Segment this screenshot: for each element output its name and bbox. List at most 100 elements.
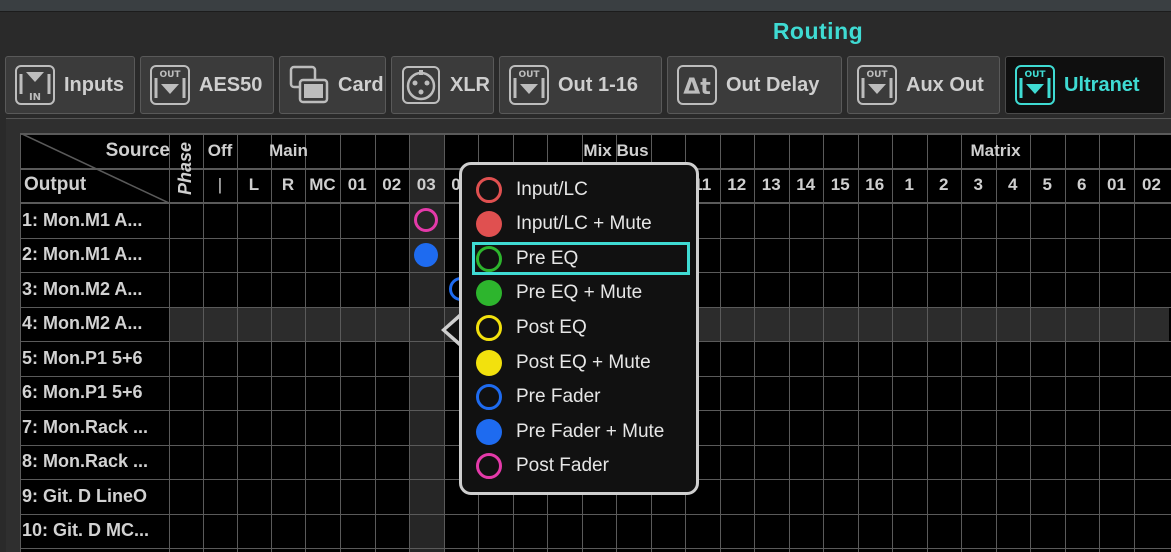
tap-color-swatch <box>476 314 502 341</box>
tab-bar: IN Inputs OUT AES50 Card XLR OUT Out 1-16 Δt Out … <box>0 56 1171 118</box>
off-subheader: | <box>217 175 223 194</box>
tab-label: Inputs <box>64 73 124 96</box>
matrix-col-1: 1 <box>904 175 914 194</box>
output-row-label[interactable]: 6: Mon.P1 5+6 <box>22 376 168 411</box>
mixbus-col-12: 12 <box>727 175 747 194</box>
tap-color-swatch <box>476 349 502 376</box>
tab-label: Aux Out <box>906 73 984 96</box>
main-col-r: R <box>281 175 295 194</box>
grid-hline <box>20 548 1171 549</box>
svg-text:OUT: OUT <box>1024 70 1046 80</box>
output-row-label[interactable]: 2: Mon.M1 A... <box>22 238 168 273</box>
output-row-label[interactable]: 10: Git. D MC... <box>22 514 168 549</box>
grid-hline <box>20 513 1171 515</box>
aux-out-icon: OUT <box>856 64 898 106</box>
tab-label: Card <box>338 73 384 96</box>
matrix-header: Matrix <box>970 141 1021 160</box>
delay-icon: Δt <box>676 64 718 106</box>
aes50-out-icon: OUT <box>149 64 191 106</box>
tap-color-swatch <box>476 280 502 307</box>
output-row-label[interactable]: 4: Mon.M2 A... <box>22 307 168 342</box>
tab-xlr[interactable]: XLR <box>391 56 494 114</box>
tap-option-label: Pre Fader + Mute <box>516 420 665 442</box>
output-row-label[interactable]: 5: Mon.P1 5+6 <box>22 341 168 376</box>
mixbus-col-02: 02 <box>382 175 402 194</box>
svg-text:OUT: OUT <box>866 70 888 80</box>
tap-option-label: Input/LC + Mute <box>516 213 652 235</box>
tap-color-swatch <box>476 176 502 203</box>
mixbus-col-15: 15 <box>830 175 850 194</box>
tap-option-input-lc-mute[interactable]: Input/LC + Mute <box>472 208 690 241</box>
output-row-label[interactable]: 9: Git. D LineO <box>22 479 168 514</box>
mixbus-col-13: 13 <box>761 175 781 194</box>
phase-header: Phase <box>170 135 202 201</box>
tap-color-swatch <box>476 418 502 445</box>
main-col-mc: MC <box>309 175 336 194</box>
tap-option-pre-fader[interactable]: Pre Fader <box>472 381 690 414</box>
output-port-icon: OUT <box>508 64 550 106</box>
tap-option-label: Post Fader <box>516 455 609 477</box>
output-row-label[interactable]: 7: Mon.Rack ... <box>22 410 168 445</box>
tap-point-menu: Input/LC Input/LC + Mute Pre EQ Pre EQ + Mu… <box>459 162 699 495</box>
matrix-col-6: 6 <box>1077 175 1087 194</box>
mixbus-col-14: 14 <box>796 175 816 194</box>
card-icon <box>288 64 330 106</box>
output-row-label[interactable]: 1: Mon.M1 A... <box>22 203 168 238</box>
matrix-col-2: 2 <box>939 175 949 194</box>
tap-option-label: Pre EQ + Mute <box>516 282 643 304</box>
matrix-col-5: 5 <box>1042 175 1052 194</box>
tab-aes50[interactable]: OUT AES50 <box>140 56 274 114</box>
tap-option-label: Pre EQ <box>516 247 579 269</box>
tab-label: Out 1-16 <box>558 73 639 96</box>
tap-color-swatch <box>476 211 502 238</box>
output-row-label[interactable]: 3: Mon.M2 A... <box>22 272 168 307</box>
tab-ultranet[interactable]: OUT Ultranet <box>1005 56 1165 114</box>
tap-option-pre-eq-mute[interactable]: Pre EQ + Mute <box>472 277 690 310</box>
tab-out-delay[interactable]: Δt Out Delay <box>667 56 842 114</box>
output-row-label[interactable]: 8: Mon.Rack ... <box>22 445 168 480</box>
tap-option-label: Post EQ <box>516 316 587 338</box>
svg-text:OUT: OUT <box>518 70 540 80</box>
tap-color-swatch <box>476 245 502 272</box>
extra-col-01: 01 <box>1107 175 1126 194</box>
tap-color-swatch <box>476 453 502 480</box>
tap-option-input-lc[interactable]: Input/LC <box>472 173 690 206</box>
tab-card[interactable]: Card <box>279 56 386 114</box>
main-col-l: L <box>248 175 260 194</box>
matrix-col-3: 3 <box>973 175 983 194</box>
extra-col-02: 02 <box>1142 175 1161 194</box>
main-header: Main <box>269 141 308 160</box>
tap-option-label: Post EQ + Mute <box>516 351 651 373</box>
mixbus-col-16: 16 <box>865 175 885 194</box>
tap-color-swatch <box>476 384 502 411</box>
mixbus-col-01: 01 <box>347 175 367 194</box>
tap-option-label: Pre Fader <box>516 386 601 408</box>
tab-aux-out[interactable]: OUT Aux Out <box>847 56 1000 114</box>
tap-option-pre-fader-mute[interactable]: Pre Fader + Mute <box>472 415 690 448</box>
phase-label: Phase <box>175 141 196 195</box>
xlr-connector-icon <box>400 64 442 106</box>
tab-out-1-16[interactable]: OUT Out 1-16 <box>499 56 662 114</box>
svg-text:IN: IN <box>29 92 41 103</box>
tab-label: Out Delay <box>726 73 820 96</box>
tab-inputs[interactable]: IN Inputs <box>5 56 135 114</box>
tab-label: AES50 <box>199 73 263 96</box>
tap-option-pre-eq[interactable]: Pre EQ <box>472 242 690 276</box>
input-port-icon: IN <box>14 64 56 106</box>
top-bar <box>0 0 1171 12</box>
page-title: Routing <box>772 18 864 44</box>
svg-text:OUT: OUT <box>159 70 181 80</box>
svg-text:Δt: Δt <box>683 75 711 100</box>
matrix-col-4: 4 <box>1008 175 1018 194</box>
output-header: Output <box>24 174 87 195</box>
tap-option-post-eq[interactable]: Post EQ <box>472 311 690 344</box>
ultranet-out-icon: OUT <box>1014 64 1056 106</box>
tap-option-post-fader[interactable]: Post Fader <box>472 450 690 483</box>
tap-option-post-eq-mute[interactable]: Post EQ + Mute <box>472 346 690 379</box>
routing-point[interactable] <box>414 242 439 267</box>
tab-label: Ultranet <box>1064 73 1140 96</box>
tap-option-label: Input/LC <box>516 178 588 200</box>
mixbus-col-03: 03 <box>416 175 436 194</box>
off-header: Off <box>207 141 233 160</box>
tab-label: XLR <box>450 73 490 96</box>
